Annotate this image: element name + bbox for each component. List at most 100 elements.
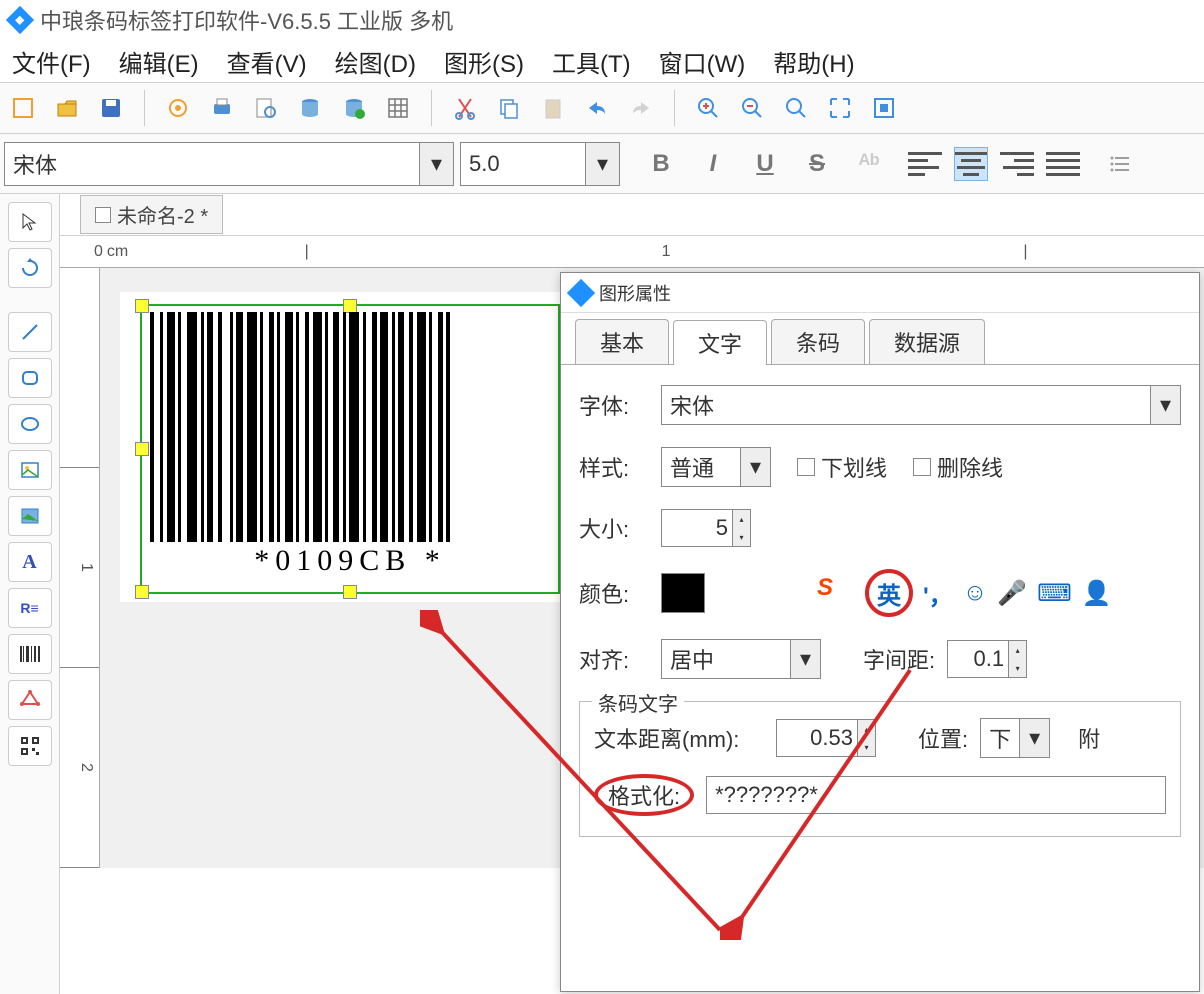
chevron-down-icon[interactable]: ▾ bbox=[585, 143, 619, 185]
font-select[interactable]: 宋体 ▾ bbox=[661, 385, 1181, 425]
properties-panel: 图形属性 基本 文字 条码 数据源 字体: 宋体 ▾ 样式: 普通 ▾ 下划线 … bbox=[560, 272, 1200, 992]
align-label: 对齐: bbox=[579, 643, 649, 675]
underline-button[interactable]: U bbox=[750, 150, 780, 178]
barcode-tool[interactable] bbox=[8, 634, 52, 674]
open-icon[interactable] bbox=[52, 93, 82, 123]
richtext-tool[interactable]: R≡ bbox=[8, 588, 52, 628]
chevron-down-icon[interactable]: ▾ bbox=[1150, 386, 1180, 424]
menu-file[interactable]: 文件(F) bbox=[12, 44, 91, 79]
resize-handle-nw[interactable] bbox=[135, 299, 149, 313]
print-preview-icon[interactable] bbox=[251, 93, 281, 123]
zoom-icon[interactable] bbox=[781, 93, 811, 123]
style-select[interactable]: 普通 ▾ bbox=[661, 447, 771, 487]
size-value: 5 bbox=[716, 515, 728, 541]
format-input[interactable]: *???????* bbox=[706, 776, 1166, 814]
tab-text[interactable]: 文字 bbox=[673, 320, 767, 365]
polygon-tool[interactable] bbox=[8, 680, 52, 720]
spin-down-icon[interactable]: ▾ bbox=[858, 738, 875, 756]
tab-datasource[interactable]: 数据源 bbox=[869, 319, 985, 364]
resize-handle-s[interactable] bbox=[343, 585, 357, 599]
menu-view[interactable]: 查看(V) bbox=[227, 44, 307, 79]
toolbar-main bbox=[0, 82, 1204, 134]
tab-barcode[interactable]: 条码 bbox=[771, 319, 865, 364]
align-justify-button[interactable] bbox=[1046, 147, 1080, 181]
menu-draw[interactable]: 绘图(D) bbox=[335, 44, 416, 79]
font-family-select[interactable]: 宋体 ▾ bbox=[4, 142, 454, 186]
chevron-down-icon[interactable]: ▾ bbox=[790, 640, 820, 678]
menu-tool[interactable]: 工具(T) bbox=[552, 44, 631, 79]
resize-handle-sw[interactable] bbox=[135, 585, 149, 599]
spin-up-icon[interactable]: ▴ bbox=[733, 510, 750, 528]
align-select[interactable]: 居中 ▾ bbox=[661, 639, 821, 679]
spin-up-icon[interactable]: ▴ bbox=[858, 720, 875, 738]
align-left-button[interactable] bbox=[908, 147, 942, 181]
textdist-spinner[interactable]: 0.53 ▴▾ bbox=[776, 719, 876, 757]
ime-user-icon[interactable]: 👤 bbox=[1082, 579, 1112, 608]
document-tab[interactable]: 未命名-2 * bbox=[80, 195, 223, 234]
rounded-rect-tool[interactable] bbox=[8, 358, 52, 398]
zoom-in-icon[interactable] bbox=[693, 93, 723, 123]
fullscreen-icon[interactable] bbox=[869, 93, 899, 123]
database-icon[interactable] bbox=[295, 93, 325, 123]
spin-down-icon[interactable]: ▾ bbox=[733, 528, 750, 546]
ime-voice-icon[interactable]: 🎤 bbox=[997, 579, 1027, 608]
qr-tool[interactable] bbox=[8, 726, 52, 766]
menu-edit[interactable]: 编辑(E) bbox=[119, 44, 199, 79]
chevron-down-icon[interactable]: ▾ bbox=[740, 448, 770, 486]
size-spinner[interactable]: 5 ▴▾ bbox=[661, 509, 751, 547]
font-size-select[interactable]: 5.0 ▾ bbox=[460, 142, 620, 186]
sogou-logo-icon[interactable]: S bbox=[817, 574, 855, 612]
line-tool[interactable] bbox=[8, 312, 52, 352]
menu-window[interactable]: 窗口(W) bbox=[659, 44, 746, 79]
align-center-button[interactable] bbox=[954, 147, 988, 181]
resize-handle-n[interactable] bbox=[343, 299, 357, 313]
font-family-value: 宋体 bbox=[13, 148, 57, 180]
strike-checkbox[interactable]: 删除线 bbox=[913, 451, 1003, 483]
print-icon[interactable] bbox=[207, 93, 237, 123]
spin-down-icon[interactable]: ▾ bbox=[1009, 659, 1026, 677]
list-icon[interactable] bbox=[1106, 149, 1136, 179]
pos-select[interactable]: 下 ▾ bbox=[980, 718, 1050, 758]
picture-tool[interactable] bbox=[8, 496, 52, 536]
grid-icon[interactable] bbox=[383, 93, 413, 123]
zoom-out-icon[interactable] bbox=[737, 93, 767, 123]
char-abc-icon: ᴬᵇ bbox=[854, 150, 884, 178]
fit-icon[interactable] bbox=[825, 93, 855, 123]
ime-english-mode[interactable]: 英 bbox=[865, 569, 913, 617]
image-tool[interactable] bbox=[8, 450, 52, 490]
database-refresh-icon[interactable] bbox=[339, 93, 369, 123]
ime-punct-icon[interactable]: '， bbox=[923, 576, 953, 611]
align-right-button[interactable] bbox=[1000, 147, 1034, 181]
pos-label: 位置: bbox=[918, 722, 968, 754]
ime-emoji-icon[interactable]: ☺ bbox=[963, 579, 988, 607]
document-tab-label: 未命名-2 * bbox=[117, 200, 208, 229]
paste-icon[interactable] bbox=[538, 93, 568, 123]
chevron-down-icon[interactable]: ▾ bbox=[419, 143, 453, 185]
underline-checkbox[interactable]: 下划线 bbox=[797, 451, 887, 483]
redo-icon[interactable] bbox=[626, 93, 656, 123]
bold-button[interactable]: B bbox=[646, 150, 676, 178]
label-page: *0109CB * bbox=[120, 292, 580, 602]
text-tool[interactable]: A bbox=[8, 542, 52, 582]
menu-shape[interactable]: 图形(S) bbox=[444, 44, 524, 79]
ime-keyboard-icon[interactable]: ⌨ bbox=[1037, 579, 1072, 608]
rotate-tool[interactable] bbox=[8, 248, 52, 288]
undo-icon[interactable] bbox=[582, 93, 612, 123]
copy-icon[interactable] bbox=[494, 93, 524, 123]
chevron-down-icon[interactable]: ▾ bbox=[1019, 719, 1049, 757]
settings-icon[interactable] bbox=[163, 93, 193, 123]
menu-help[interactable]: 帮助(H) bbox=[773, 44, 854, 79]
color-swatch[interactable] bbox=[661, 573, 705, 613]
strike-button[interactable]: S bbox=[802, 150, 832, 178]
resize-handle-w[interactable] bbox=[135, 442, 149, 456]
pointer-tool[interactable] bbox=[8, 202, 52, 242]
italic-button[interactable]: I bbox=[698, 150, 728, 178]
properties-titlebar[interactable]: 图形属性 bbox=[561, 273, 1199, 313]
tab-basic[interactable]: 基本 bbox=[575, 319, 669, 364]
cut-icon[interactable] bbox=[450, 93, 480, 123]
save-icon[interactable] bbox=[96, 93, 126, 123]
ellipse-tool[interactable] bbox=[8, 404, 52, 444]
spin-up-icon[interactable]: ▴ bbox=[1009, 641, 1026, 659]
new-doc-icon[interactable] bbox=[8, 93, 38, 123]
spacing-spinner[interactable]: 0.1 ▴▾ bbox=[947, 640, 1027, 678]
